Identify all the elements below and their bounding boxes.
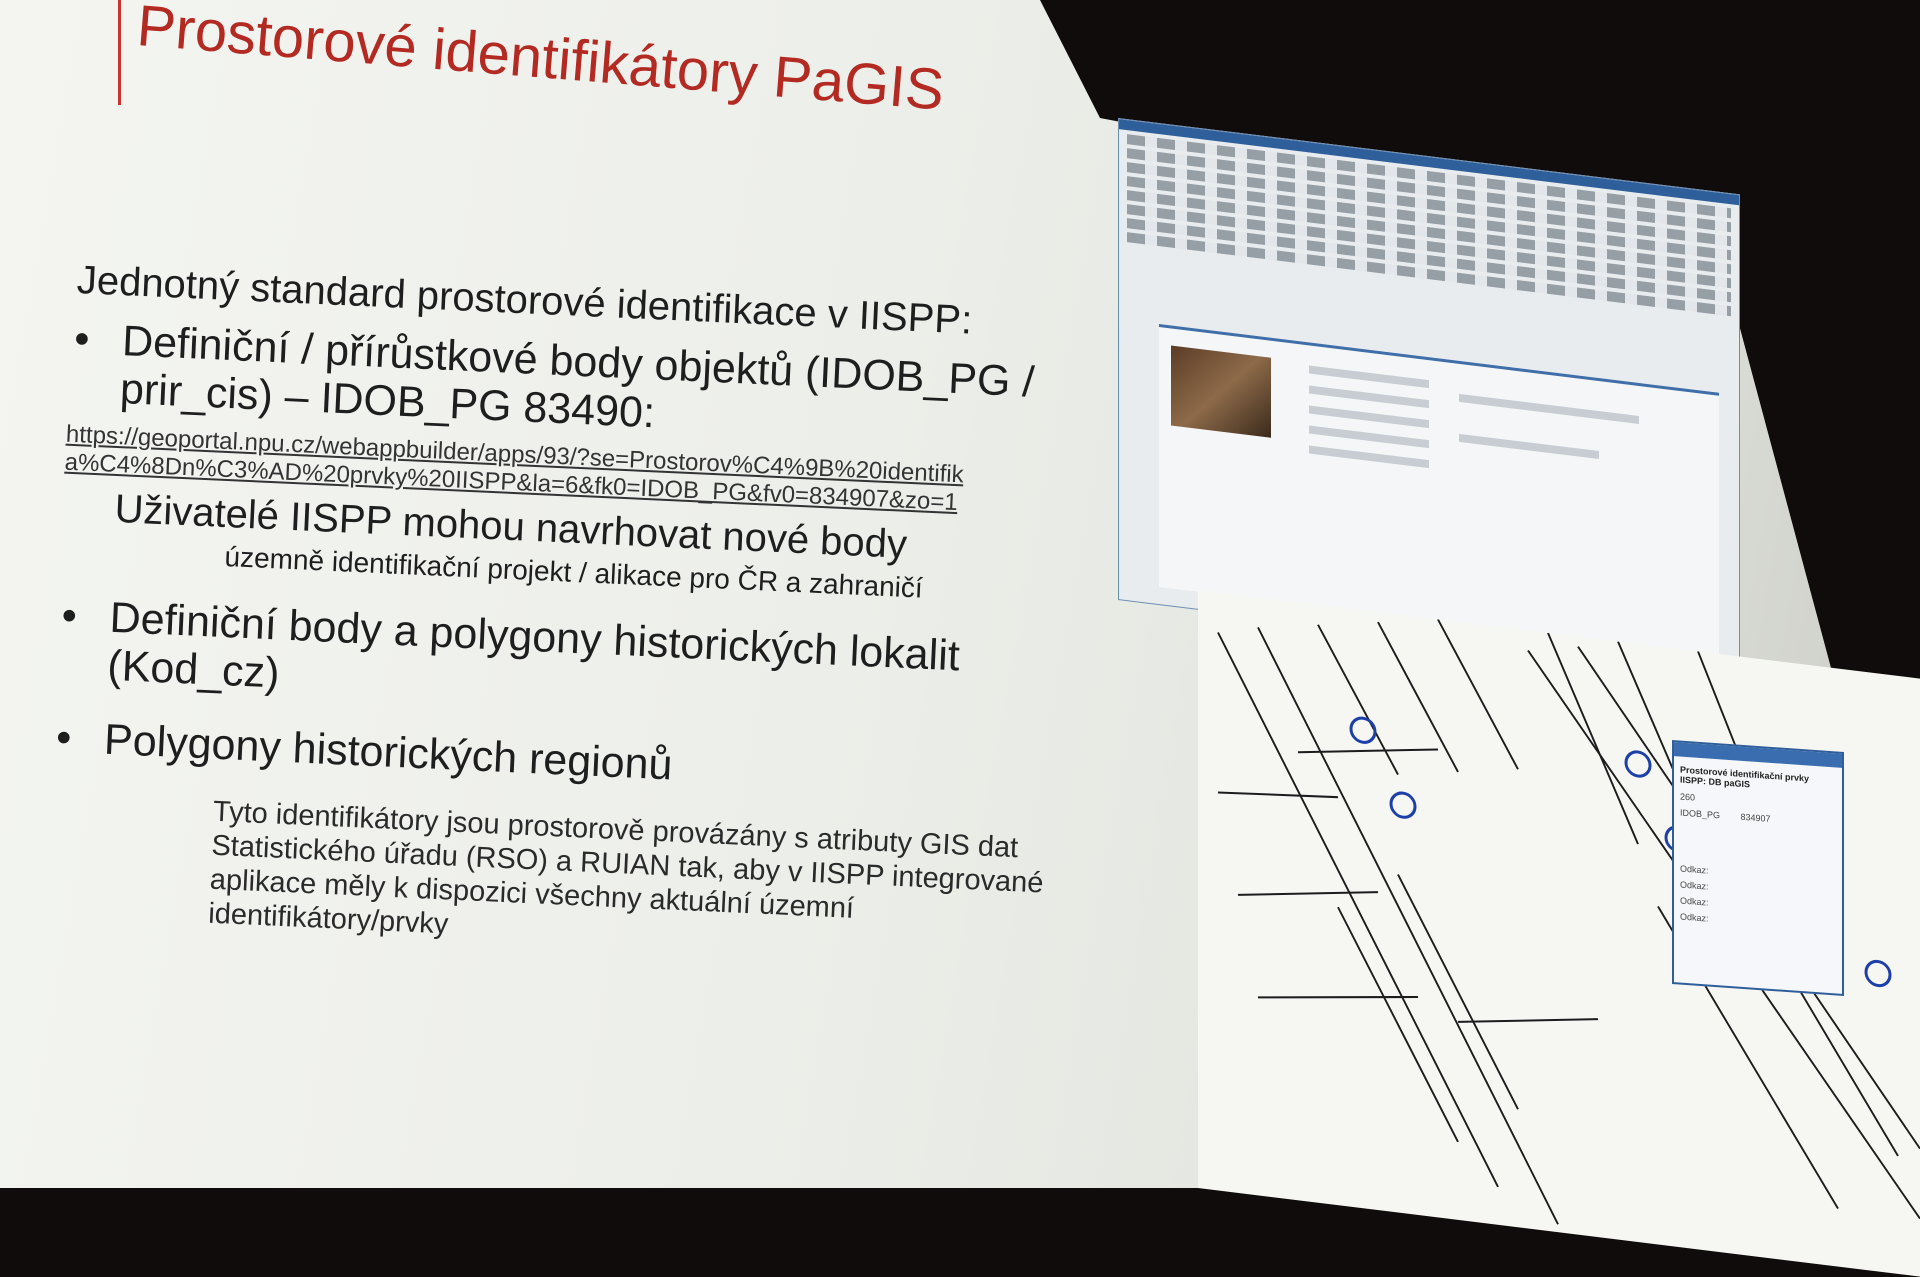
marker-icon <box>1349 716 1377 744</box>
form-field <box>1459 393 1639 424</box>
marker-icon <box>1624 750 1652 778</box>
form-field <box>1309 365 1429 389</box>
slide-title: Prostorové identifikátory PaGIS <box>134 0 947 123</box>
building-photo <box>1171 345 1271 438</box>
identify-popup[interactable]: Prostorové identifikační prvky IISPP: DB… <box>1672 740 1844 997</box>
popup-idob-value: 834907 <box>1740 811 1771 824</box>
form-field <box>1309 385 1429 409</box>
form-field <box>1459 433 1599 460</box>
popup-label: IDOB_PG <box>1680 807 1721 821</box>
slide-body: Jednotný standard prostorové identifikac… <box>48 258 1137 971</box>
form-field <box>1309 445 1429 469</box>
form-field <box>1309 405 1429 429</box>
marker-icon <box>1389 791 1417 819</box>
form-field <box>1309 425 1429 449</box>
title-accent-bar <box>118 0 121 105</box>
marker-icon <box>1864 959 1892 988</box>
